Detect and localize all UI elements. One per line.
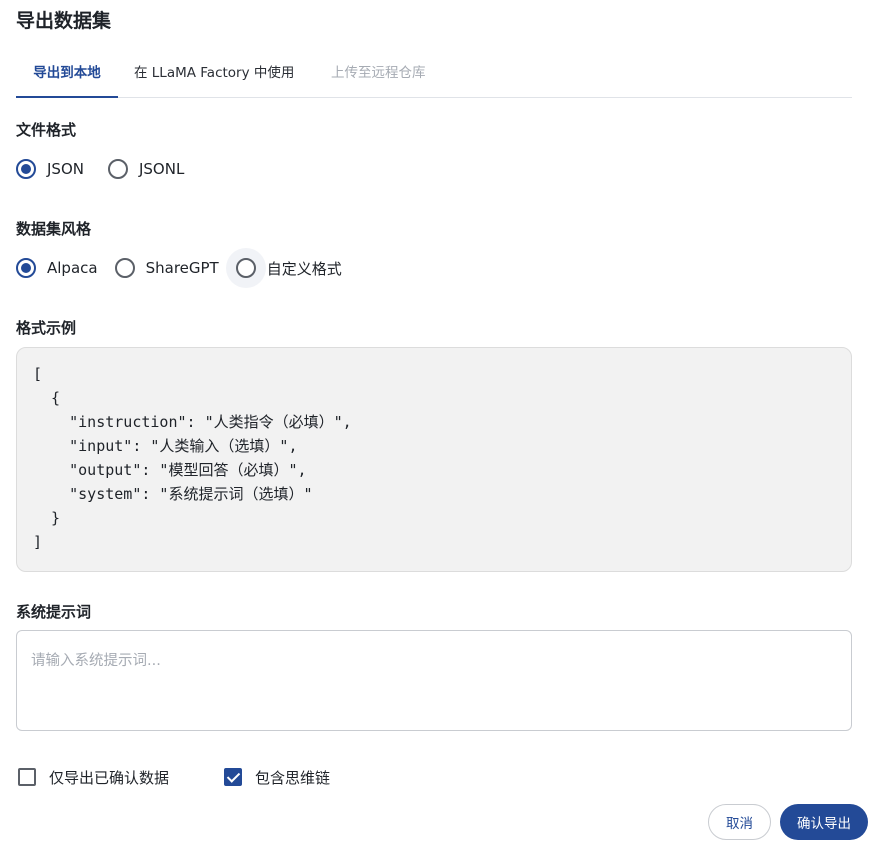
format-example-code-block: [ { "instruction": "人类指令（必填）", "input": … <box>16 347 852 572</box>
include-cot-checkbox[interactable]: 包含思维链 <box>224 766 330 788</box>
radio-alpaca[interactable]: Alpaca <box>16 258 98 278</box>
system-prompt-label: 系统提示词 <box>16 603 92 621</box>
radio-checked-icon <box>16 258 36 278</box>
radio-custom-format-label: 自定义格式 <box>266 259 342 278</box>
radio-unchecked-icon <box>235 258 256 278</box>
format-example-code: [ { "instruction": "人类指令（必填）", "input": … <box>33 365 352 551</box>
radio-unchecked-icon <box>114 258 135 278</box>
radio-jsonl[interactable]: JSONL <box>107 159 185 179</box>
radio-custom-format[interactable]: 自定义格式 <box>235 258 342 279</box>
file-format-radio-group: JSON JSONL <box>16 157 184 181</box>
radio-sharegpt[interactable]: ShareGPT <box>114 258 219 278</box>
dataset-style-radio-group: Alpaca ShareGPT 自定义格式 <box>16 256 342 280</box>
dataset-style-label: 数据集风格 <box>16 220 92 238</box>
radio-json-label: JSON <box>47 160 84 178</box>
checkbox-unchecked-icon <box>18 768 36 786</box>
confirmed-only-checkbox[interactable]: 仅导出已确认数据 <box>18 766 169 788</box>
radio-checked-icon <box>16 159 36 179</box>
system-prompt-input[interactable] <box>16 630 852 731</box>
radio-jsonl-label: JSONL <box>138 160 185 178</box>
radio-sharegpt-label: ShareGPT <box>145 259 219 277</box>
tab-bar: 导出到本地 在 LLaMA Factory 中使用 上传至远程仓库 <box>16 60 852 98</box>
include-cot-label: 包含思维链 <box>255 768 331 787</box>
tab-export-local[interactable]: 导出到本地 <box>16 60 118 98</box>
radio-json[interactable]: JSON <box>16 159 84 179</box>
tab-upload-remote[interactable]: 上传至远程仓库 <box>331 60 426 97</box>
checkbox-checked-icon <box>224 768 242 786</box>
format-example-label: 格式示例 <box>16 319 77 337</box>
cancel-button[interactable]: 取消 <box>708 804 771 840</box>
tab-use-in-llama-factory[interactable]: 在 LLaMA Factory 中使用 <box>134 60 294 97</box>
radio-unchecked-icon <box>107 159 128 179</box>
confirmed-only-label: 仅导出已确认数据 <box>49 768 170 787</box>
file-format-label: 文件格式 <box>16 121 77 139</box>
confirm-export-button[interactable]: 确认导出 <box>780 804 868 840</box>
dialog-title: 导出数据集 <box>16 10 112 32</box>
radio-alpaca-label: Alpaca <box>47 259 98 277</box>
